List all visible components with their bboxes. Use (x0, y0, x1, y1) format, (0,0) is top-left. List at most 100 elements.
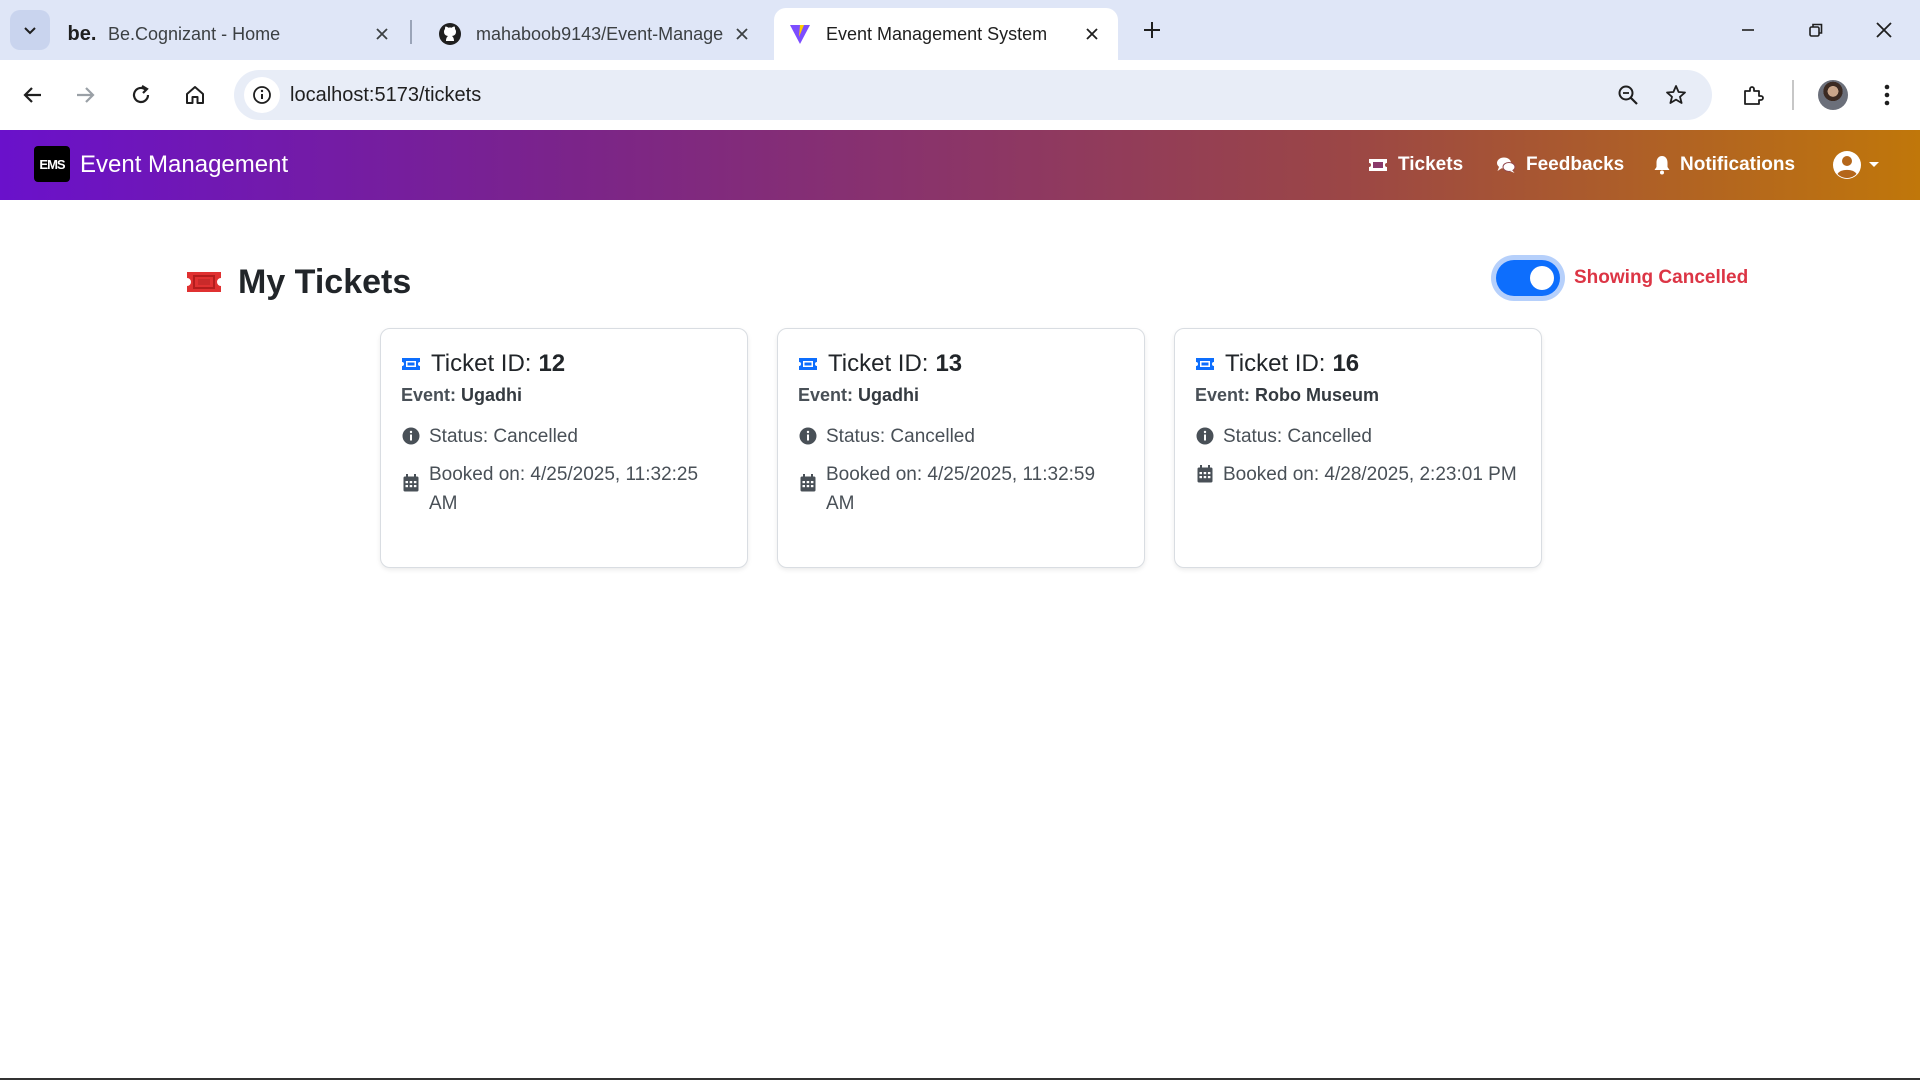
ticket-status: Status: Cancelled (401, 422, 727, 451)
brand-logo[interactable]: EMS (34, 146, 70, 182)
vite-icon (788, 22, 812, 46)
user-menu-dropdown[interactable] (1832, 150, 1880, 180)
ticket-icon (799, 358, 817, 370)
browser-tab-becognizant[interactable]: be. Be.Cognizant - Home (56, 8, 408, 60)
toolbar-divider (1792, 80, 1794, 110)
close-window-button[interactable] (1850, 0, 1918, 60)
forward-button[interactable] (64, 74, 106, 116)
back-button[interactable] (12, 74, 54, 116)
nav-feedbacks[interactable]: Feedbacks (1496, 130, 1624, 200)
ticket-icon (1196, 358, 1214, 370)
ticket-card-title: Ticket ID: 12 (401, 349, 727, 379)
new-tab-button[interactable] (1132, 10, 1172, 50)
reload-icon (132, 85, 150, 104)
browser-toolbar: localhost:5173/tickets (0, 60, 1920, 130)
more-vertical-icon (1884, 84, 1890, 106)
ticket-card: Ticket ID: 16 Event: Robo Museum Status:… (1174, 328, 1542, 568)
info-circle-icon (799, 427, 817, 445)
nav-tickets[interactable]: Tickets (1368, 130, 1463, 200)
close-tab-icon[interactable] (730, 22, 754, 46)
close-tab-icon[interactable] (370, 22, 394, 46)
ticket-id-label: Ticket ID: (1225, 350, 1326, 377)
ticket-id: 16 (1332, 350, 1360, 377)
chat-icon (1497, 157, 1516, 173)
address-bar[interactable]: localhost:5173/tickets (234, 70, 1712, 120)
ticket-booked-text: Booked on: 4/25/2025, 11:32:25 AM (429, 460, 698, 518)
browser-tab-ems[interactable]: Event Management System (774, 8, 1118, 60)
github-icon (438, 22, 462, 46)
site-info-icon[interactable] (244, 77, 280, 113)
ticket-event-label: Event: (798, 385, 854, 405)
nav-tickets-label: Tickets (1398, 154, 1464, 175)
tab-search-button[interactable] (10, 10, 50, 50)
info-circle-icon (402, 427, 420, 445)
page-title: My Tickets (238, 262, 412, 301)
ticket-icon (402, 358, 420, 370)
booked-line-2: AM (826, 493, 855, 514)
ticket-status-text: Status: Cancelled (429, 426, 578, 447)
ticket-id: 13 (935, 350, 963, 377)
zoom-icon[interactable] (1610, 77, 1646, 113)
ticket-booked-on: Booked on: 4/28/2025, 2:23:01 PM (1195, 460, 1521, 489)
puzzle-icon (1744, 86, 1764, 105)
tab-separator (410, 20, 412, 44)
ticket-status-text: Status: Cancelled (1223, 426, 1372, 447)
ticket-event: Event: Robo Museum (1195, 385, 1521, 406)
ticket-event-label: Event: (1195, 385, 1251, 405)
bell-icon (1654, 156, 1670, 175)
calendar-icon (1197, 465, 1213, 483)
user-circle-icon (1833, 151, 1861, 179)
booked-line-1: Booked on: 4/25/2025, 11:32:59 (826, 464, 1096, 485)
ticket-icon (187, 272, 221, 292)
ticket-card: Ticket ID: 12 Event: Ugadhi Status: Canc… (380, 328, 748, 568)
ticket-event: Event: Ugadhi (798, 385, 1124, 406)
ticket-event-name: Ugadhi (858, 385, 920, 405)
close-tab-icon[interactable] (1080, 22, 1104, 46)
plus-icon (1144, 22, 1160, 38)
ticket-list: Ticket ID: 12 Event: Ugadhi Status: Canc… (380, 328, 1542, 568)
bookmark-star-icon[interactable] (1658, 77, 1694, 113)
ticket-booked-text: Booked on: 4/25/2025, 11:32:59 AM (826, 460, 1095, 518)
tab-title: Be.Cognizant - Home (108, 23, 281, 44)
browser-tabstrip: be. Be.Cognizant - Home mahaboob9143/Eve… (0, 0, 1920, 60)
extensions-button[interactable] (1732, 74, 1774, 116)
chevron-down-icon (24, 27, 36, 35)
ticket-booked-on: Booked on: 4/25/2025, 11:32:59 AM (798, 460, 1124, 518)
brand-name[interactable]: Event Management (80, 130, 288, 200)
ticket-id-label: Ticket ID: (431, 350, 532, 377)
nav-notifications-label: Notifications (1680, 154, 1796, 175)
info-circle-icon (1196, 427, 1214, 445)
ticket-id-label: Ticket ID: (828, 350, 929, 377)
browser-menu-button[interactable] (1866, 74, 1908, 116)
tab-title: Event Management System (826, 23, 1048, 44)
browser-tab-github[interactable]: mahaboob9143/Event-Manage (424, 8, 768, 60)
ticket-event-name: Ugadhi (461, 385, 523, 405)
ticket-booked-text: Booked on: 4/28/2025, 2:23:01 PM (1223, 460, 1517, 489)
profile-button[interactable] (1812, 74, 1854, 116)
toggle-switch[interactable] (1496, 260, 1560, 296)
becognizant-favicon-icon: be. (67, 22, 97, 45)
url-text[interactable]: localhost:5173/tickets (290, 70, 481, 120)
ticket-status: Status: Cancelled (1195, 422, 1521, 451)
tab-title: mahaboob9143/Event-Manage (476, 23, 724, 44)
avatar (1818, 80, 1848, 110)
arrow-left-icon (23, 87, 41, 103)
show-cancelled-toggle[interactable]: Showing Cancelled (1496, 256, 1748, 300)
booked-line-2: AM (429, 493, 458, 514)
minimize-window-button[interactable] (1714, 0, 1782, 60)
toggle-label[interactable]: Showing Cancelled (1574, 267, 1748, 289)
home-button[interactable] (174, 74, 216, 116)
arrow-right-icon (77, 87, 95, 103)
ticket-event-label: Event: (401, 385, 457, 405)
minimize-icon (1742, 29, 1754, 31)
reload-button[interactable] (120, 74, 162, 116)
caret-down-icon (1869, 162, 1879, 167)
toggle-knob (1530, 266, 1554, 290)
restore-icon (1809, 23, 1823, 37)
ticket-card: Ticket ID: 13 Event: Ugadhi Status: Canc… (777, 328, 1145, 568)
calendar-icon (800, 474, 816, 492)
nav-notifications[interactable]: Notifications (1654, 130, 1795, 200)
nav-feedbacks-label: Feedbacks (1526, 154, 1625, 175)
restore-window-button[interactable] (1782, 0, 1850, 60)
ticket-id: 12 (538, 350, 566, 377)
